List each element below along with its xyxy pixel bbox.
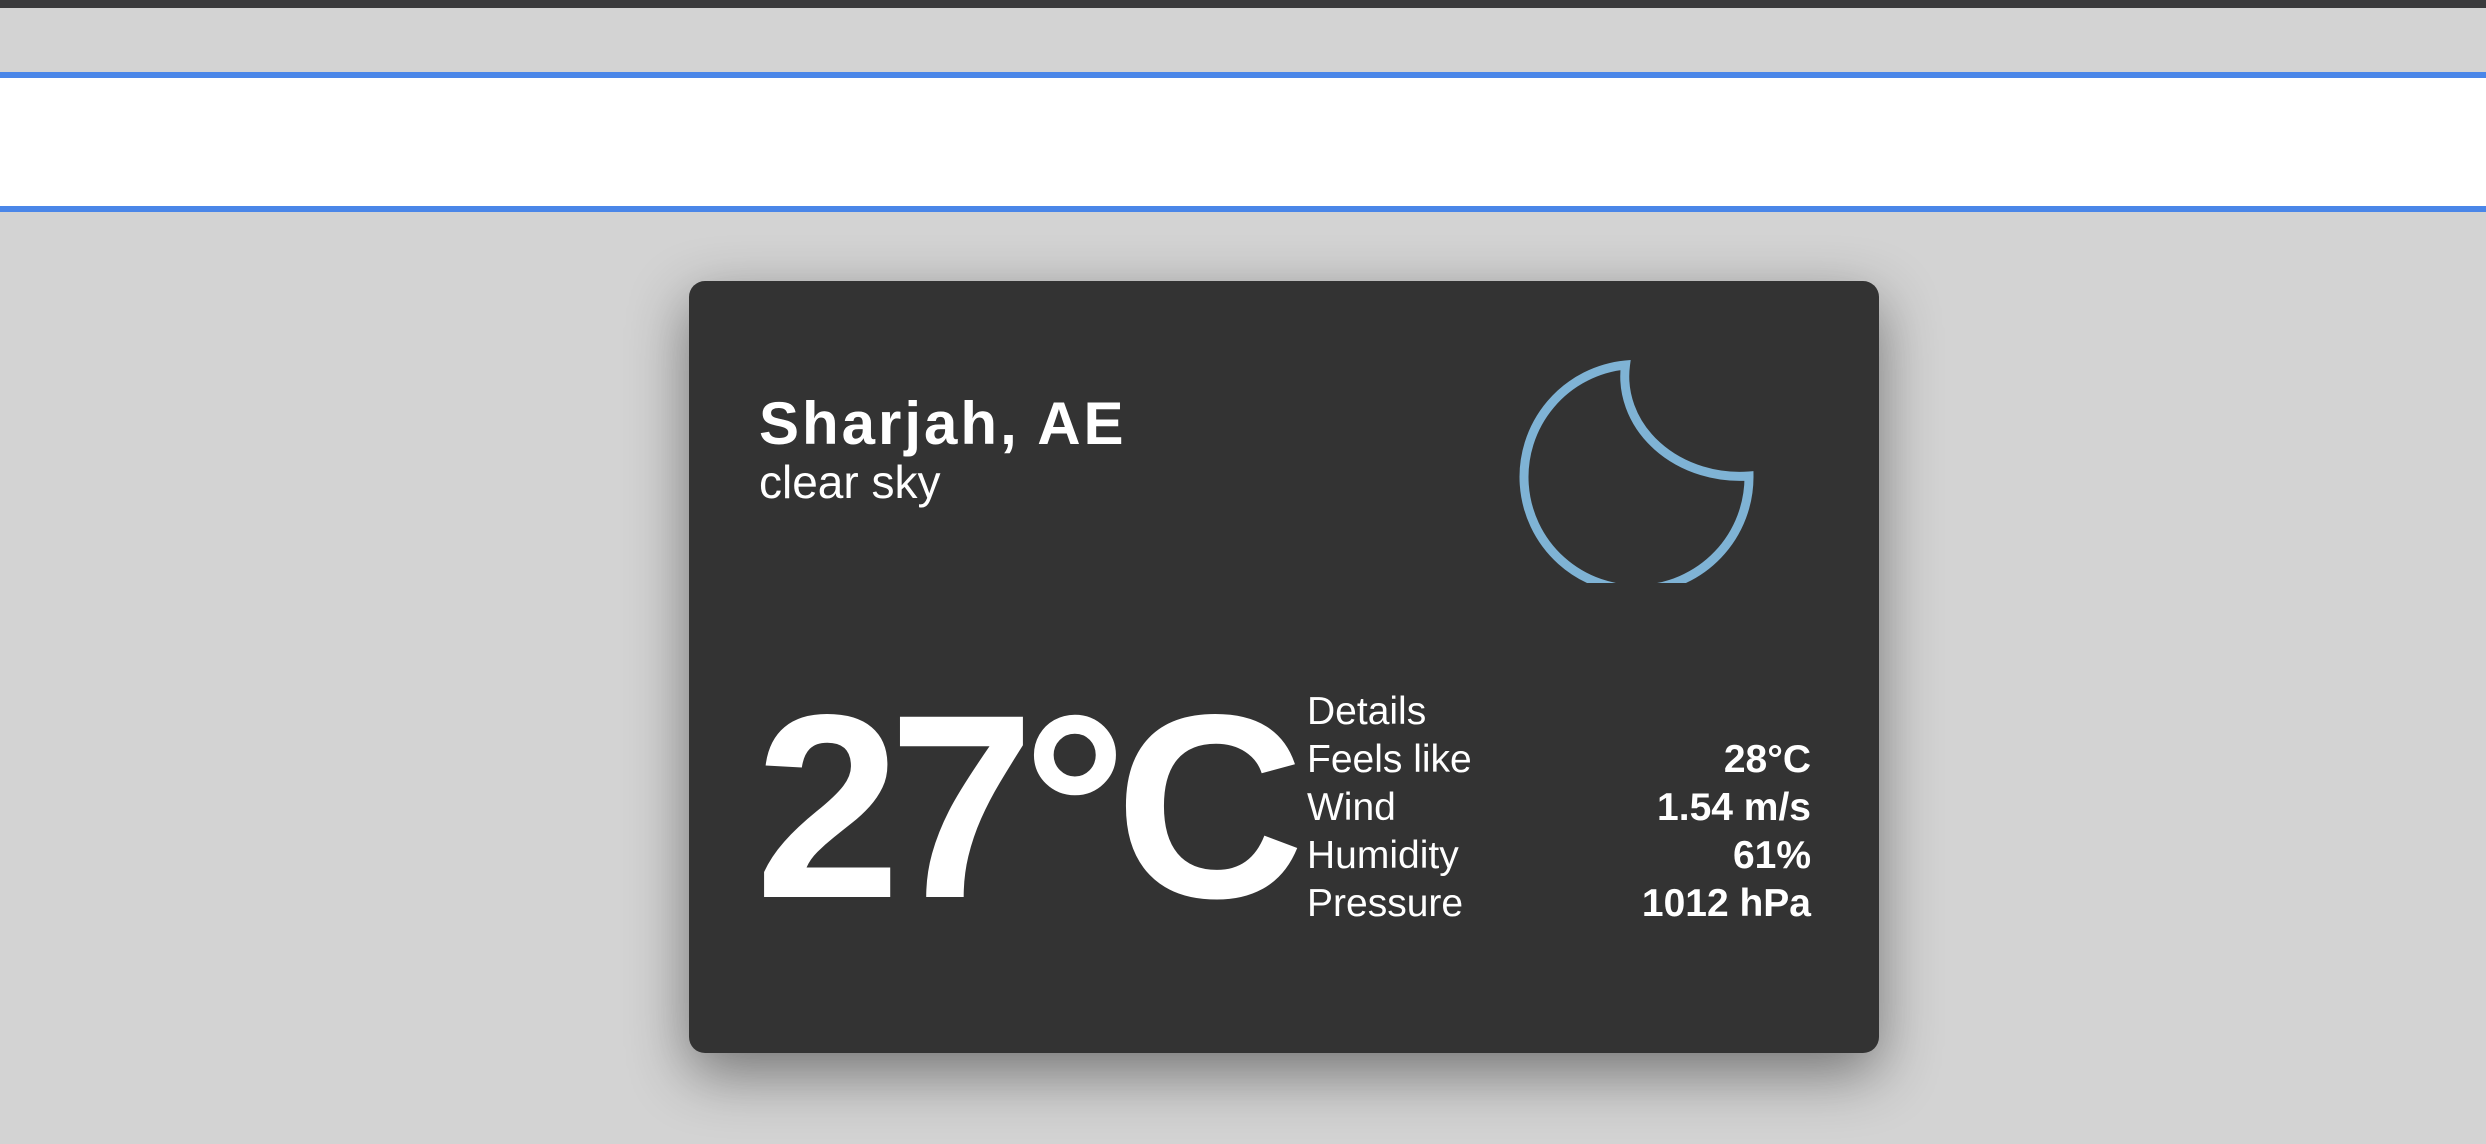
weather-details: Details Feels like 28°C Wind 1.54 m/s Hu… <box>1307 688 1811 928</box>
city-search-input[interactable] <box>0 78 2486 206</box>
city-search-bar[interactable] <box>0 72 2486 212</box>
current-temperature: 27°C <box>755 660 1304 953</box>
detail-label: Feels like <box>1307 738 1472 781</box>
detail-label: Humidity <box>1307 834 1459 877</box>
detail-row-humidity: Humidity 61% <box>1307 832 1811 880</box>
detail-label: Pressure <box>1307 882 1464 925</box>
detail-value: 1012 hPa <box>1641 882 1811 925</box>
detail-value: 61% <box>1732 834 1811 877</box>
weather-description: clear sky <box>759 456 941 508</box>
detail-row-wind: Wind 1.54 m/s <box>1307 784 1811 832</box>
detail-value: 1.54 m/s <box>1657 786 1811 829</box>
detail-row-pressure: Pressure 1012 hPa <box>1307 880 1811 928</box>
details-header: Details <box>1307 688 1811 736</box>
city-name: Sharjah, AE <box>759 390 1127 457</box>
detail-row-feels-like: Feels like 28°C <box>1307 736 1811 784</box>
detail-label: Wind <box>1307 786 1396 829</box>
detail-value: 28°C <box>1723 738 1811 781</box>
window-top-strip <box>0 0 2486 8</box>
crescent-moon-icon <box>1519 359 1754 583</box>
weather-card: Sharjah, AE clear sky 27°C Details Feels… <box>689 281 1879 1053</box>
details-title: Details <box>1307 690 1427 733</box>
